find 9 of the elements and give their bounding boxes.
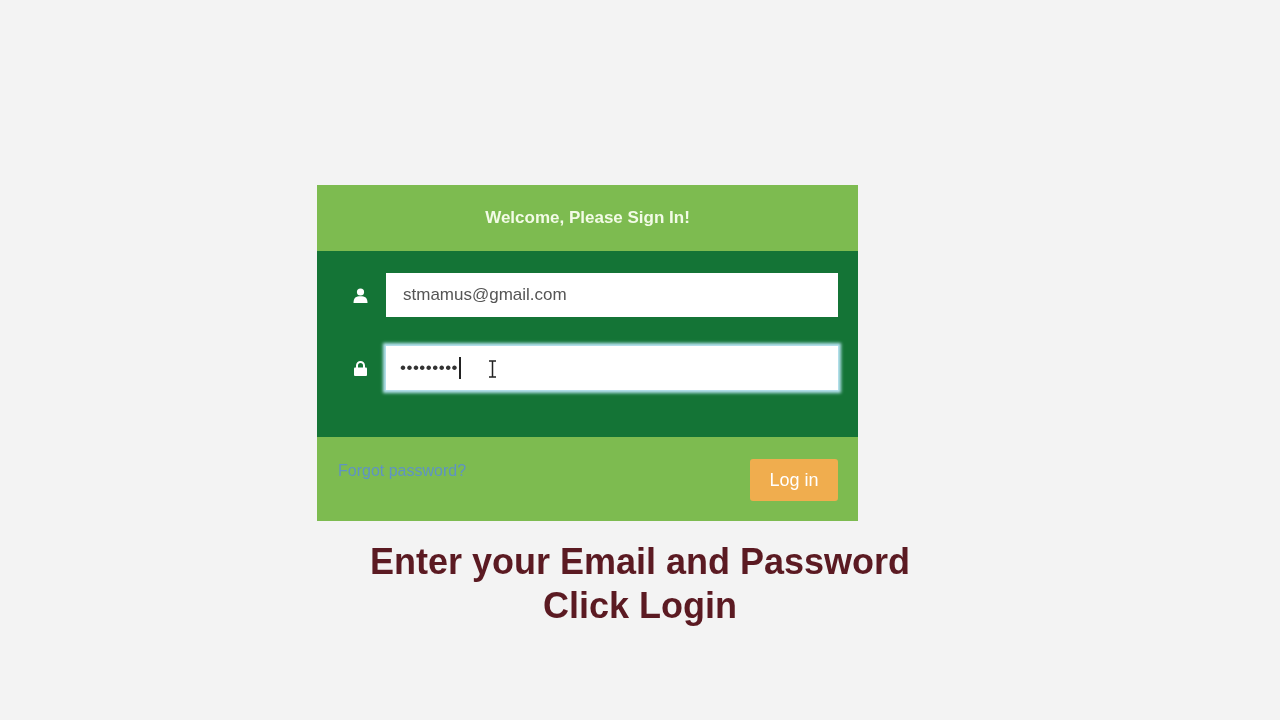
ibeam-cursor-icon	[488, 360, 497, 378]
card-title: Welcome, Please Sign In!	[485, 207, 690, 230]
instruction-text: Click Login	[543, 584, 737, 628]
email-field[interactable]: stmamus@gmail.com	[386, 273, 838, 317]
password-field[interactable]: •••••••••	[386, 346, 838, 390]
user-icon	[353, 287, 368, 303]
lock-icon	[354, 360, 367, 376]
text-caret-icon	[459, 357, 462, 379]
instruction-text: Enter your Email and Password	[369, 540, 911, 584]
